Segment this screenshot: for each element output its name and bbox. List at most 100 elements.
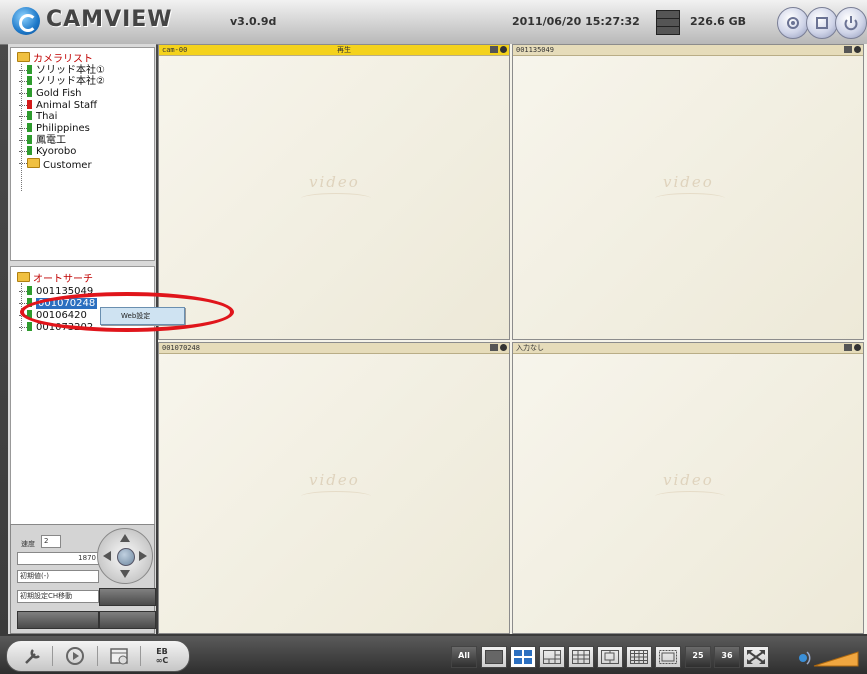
tree-item-label: ソリッド本社② [36, 76, 105, 87]
divider [97, 646, 98, 666]
tree-item-camera[interactable]: 鳳電工 [17, 135, 66, 146]
tree-item-camera[interactable]: Animal Staff [17, 100, 97, 111]
layout-1-icon [485, 650, 503, 664]
settings-icon [787, 17, 799, 29]
hard-disk-icon [656, 10, 680, 35]
power-button[interactable] [835, 7, 867, 39]
volume-control[interactable] [792, 644, 860, 668]
tree-item-camera[interactable]: ソリッド本社② [17, 76, 105, 87]
schedule-button[interactable] [107, 644, 131, 668]
ptz-action-button[interactable] [17, 611, 99, 629]
disk-free-label: 226.6 GB [690, 15, 747, 28]
fullscreen-button[interactable] [743, 646, 769, 668]
camera-list-tree: カメラリスト ソリッド本社① ソリッド本社② Gold Fish Animal … [10, 47, 155, 261]
camera-status-icon [27, 88, 32, 97]
zoom-button[interactable] [99, 588, 156, 606]
tree-item-camera[interactable]: Thai [17, 111, 57, 122]
tool-pill: EB ∞C [6, 640, 190, 672]
video-cell[interactable]: 001135049 video [512, 44, 864, 340]
snapshot-icon[interactable] [490, 344, 498, 351]
camera-status-icon [27, 76, 32, 85]
tree-item-folder[interactable]: Customer [17, 158, 92, 171]
auto-search-root[interactable]: オートサーチ [17, 272, 93, 285]
layout-25-button[interactable]: 25 [685, 646, 711, 668]
video-watermark: video [655, 173, 725, 194]
window-icon [816, 17, 828, 29]
tree-item-camera[interactable]: Gold Fish [17, 88, 82, 99]
layout-36-button[interactable]: 36 [714, 646, 740, 668]
camera-list-root[interactable]: カメラリスト [17, 52, 93, 65]
record-icon[interactable] [500, 46, 507, 53]
wrench-icon [25, 649, 40, 664]
ptz-direction-pad[interactable] [97, 528, 153, 584]
video-watermark: video [655, 471, 725, 492]
settings-button[interactable] [777, 7, 809, 39]
tree-item-label: Philippines [36, 123, 90, 134]
video-cell-id: 001135049 [516, 46, 554, 54]
tree-item-label: 鳳電工 [36, 135, 66, 146]
layout-1-button[interactable] [481, 646, 507, 668]
video-cell-controls [488, 344, 507, 352]
video-cell[interactable]: 001070248 video [158, 342, 510, 634]
layout-10-icon [601, 650, 619, 664]
ptz-control-label-bottom: ∞C [155, 656, 169, 665]
root-label: オートサーチ [33, 274, 93, 285]
layout-all-button[interactable]: All [451, 646, 477, 668]
layout-all-label: All [458, 651, 470, 660]
layout-25-label: 25 [692, 651, 704, 660]
video-cell-controls [842, 46, 861, 54]
tools-button[interactable] [21, 644, 45, 668]
ptz-control-button[interactable]: EB ∞C [150, 644, 174, 668]
layout-6-button[interactable] [539, 646, 565, 668]
datetime-label: 2011/06/20 15:27:32 [512, 15, 640, 28]
video-watermark: video [301, 173, 371, 194]
video-cell-titlebar: 入力なし [513, 343, 863, 354]
video-cell-titlebar: 001070248 [159, 343, 509, 354]
root-label: カメラリスト [33, 54, 93, 65]
camera-status-icon [27, 322, 32, 331]
snapshot-icon[interactable] [844, 46, 852, 53]
ptz-home-button[interactable] [117, 548, 135, 566]
layout-13-icon [659, 650, 677, 664]
video-cell-controls [488, 46, 507, 54]
video-cell-controls [842, 344, 861, 352]
ptz-control-panel: 速度 2 1870 初期値(-) 初期設定CH移動 [10, 524, 156, 634]
action-select[interactable]: 初期設定CH移動 [17, 590, 99, 603]
window-button[interactable] [806, 7, 838, 39]
tree-item-label: Kyorobo [36, 146, 77, 157]
camview-window: CAMVIEW v3.0.9d 2011/06/20 15:27:32 226.… [0, 0, 867, 674]
playback-button[interactable] [63, 644, 87, 668]
layout-9-button[interactable] [568, 646, 594, 668]
video-watermark: video [301, 471, 371, 492]
layout-4-button[interactable] [510, 646, 536, 668]
step-input[interactable]: 1870 [17, 552, 99, 565]
camera-status-icon [27, 135, 32, 144]
video-cell-id: cam-00 [162, 46, 188, 54]
video-cell[interactable]: 入力なし video [512, 342, 864, 634]
record-icon[interactable] [854, 46, 861, 53]
divider [140, 646, 141, 666]
snapshot-icon[interactable] [490, 46, 498, 53]
tree-item-camera[interactable]: ソリッド本社① [17, 65, 105, 76]
highlight-ellipse [20, 292, 234, 332]
record-icon[interactable] [500, 344, 507, 351]
focus-button[interactable] [99, 611, 156, 629]
layout-36-label: 36 [721, 651, 733, 660]
layout-13-button[interactable] [655, 646, 681, 668]
tree-item-label: Animal Staff [36, 100, 98, 111]
snapshot-icon[interactable] [844, 344, 852, 351]
power-icon [844, 16, 858, 31]
preset-select[interactable]: 初期値(-) [17, 570, 99, 583]
layout-16-button[interactable] [626, 646, 652, 668]
folder-icon [17, 272, 30, 282]
video-cell[interactable]: cam-00 再生 video [158, 44, 510, 340]
layout-4-icon [514, 650, 532, 664]
video-cell-status: 再生 [337, 46, 351, 54]
tree-item-camera[interactable]: Kyorobo [17, 146, 76, 157]
layout-10-button[interactable] [597, 646, 623, 668]
speed-select[interactable]: 2 [41, 535, 61, 548]
record-icon[interactable] [854, 344, 861, 351]
layout-9-icon [572, 650, 590, 664]
header-bar: CAMVIEW v3.0.9d 2011/06/20 15:27:32 226.… [0, 0, 867, 45]
tree-item-camera[interactable]: Philippines [17, 123, 90, 134]
